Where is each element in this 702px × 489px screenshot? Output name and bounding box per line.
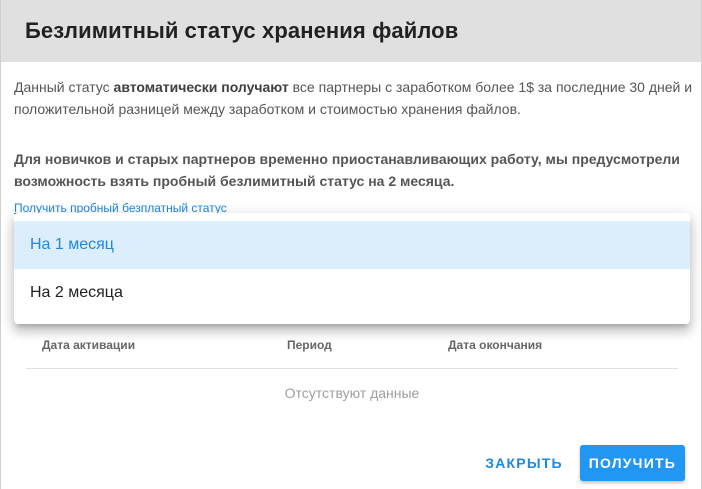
dialog: Безлимитный статус хранения файлов Данны… [0,0,702,489]
menu-item-1-month[interactable]: На 1 месяц [14,221,690,269]
period-dropdown-menu: На 1 месяц На 2 месяца [14,213,690,324]
dialog-actions: ЗАКРЫТЬ ПОЛУЧИТЬ [476,445,685,481]
column-end-date[interactable]: Дата окончания [448,338,542,352]
column-period[interactable]: Период [287,338,332,352]
column-activation-date[interactable]: Дата активации [42,338,135,352]
description-text: Данный статус автоматически получают все… [14,76,694,120]
empty-state-text: Отсутствуют данные [284,385,420,401]
description-emphasis: автоматически получают [113,79,289,95]
close-button[interactable]: ЗАКРЫТЬ [476,445,571,481]
dialog-header: Безлимитный статус хранения файлов [1,0,701,62]
trial-notice: Для новичков и старых партнеров временно… [14,151,680,189]
menu-item-2-months[interactable]: На 2 месяца [14,269,690,317]
description-part-1: Данный статус [14,79,114,95]
description-paragraph: Данный статус автоматически получают все… [14,76,694,120]
status-table: Дата активации Период Дата окончания Отс… [26,330,678,401]
table-header: Дата активации Период Дата окончания [26,330,678,369]
get-button[interactable]: ПОЛУЧИТЬ [579,445,685,481]
dialog-title: Безлимитный статус хранения файлов [25,18,459,43]
